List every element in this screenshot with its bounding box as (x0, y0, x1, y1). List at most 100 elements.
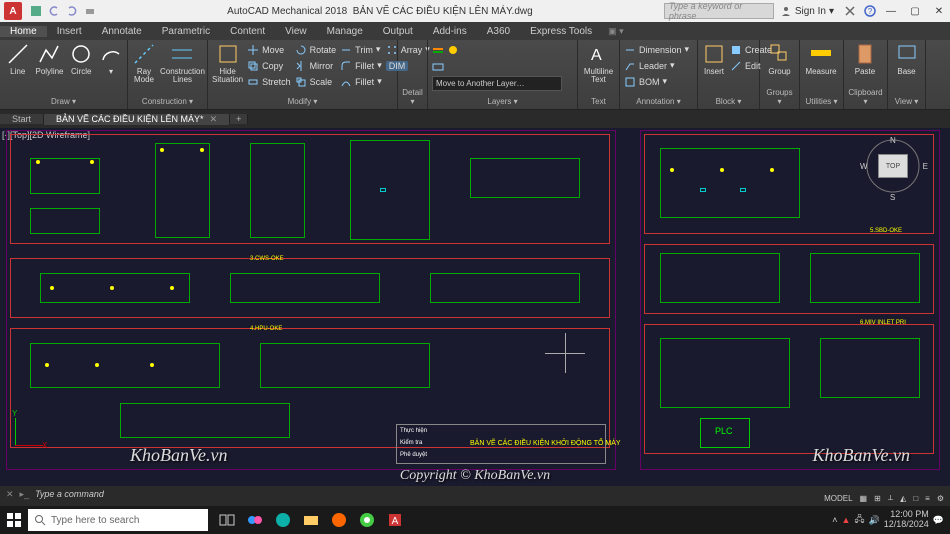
panel-construction: Ray Mode Construction Lines Construction… (128, 40, 208, 109)
multiline-text-button[interactable]: AMultiline Text (582, 42, 615, 84)
close-cmd-icon[interactable]: ✕ (6, 489, 14, 500)
status-bar: MODEL ▦ ⊞ ⟂ ◭ □ ≡ ⚙ (818, 490, 950, 506)
trim-button[interactable]: Trim ▾ (340, 42, 382, 57)
section-label: 6.MIV INLET PRI (860, 320, 906, 326)
chrome-icon[interactable] (354, 507, 380, 533)
paste-button[interactable]: Paste (848, 42, 882, 76)
ucs-icon[interactable]: Y X (10, 416, 50, 456)
copy-button[interactable]: Copy (247, 58, 291, 73)
bom-button[interactable]: BOM ▾ (624, 74, 689, 89)
tab-insert[interactable]: Insert (47, 26, 92, 37)
tab-a360[interactable]: A360 (477, 26, 520, 37)
drawing-canvas[interactable]: [-][Top][2D Wireframe] KHOBẢNVẼ 3.CWS-OK… (0, 128, 950, 486)
copyright-text: Copyright © KhoBanVe.vn (400, 468, 550, 484)
command-line[interactable]: ✕ ▸_ Type a command (0, 486, 950, 502)
save-icon[interactable] (30, 5, 42, 17)
section-label: 3.CWS-OKE (250, 256, 284, 262)
status-lwt-icon[interactable]: ≡ (923, 494, 932, 503)
rotate-button[interactable]: Rotate (295, 42, 337, 57)
circle-button[interactable]: Circle (68, 42, 95, 76)
clock[interactable]: 12:00 PM 12/18/2024 (884, 510, 929, 530)
app-icon[interactable]: A (4, 2, 22, 20)
maximize-button[interactable]: ▢ (904, 6, 926, 17)
autocad-icon[interactable]: A (382, 507, 408, 533)
help-search[interactable]: Type a keyword or phrase (664, 3, 774, 19)
panel-clipboard: Paste Clipboard ▾ (844, 40, 888, 109)
doc-tab-current[interactable]: BẢN VẼ CÁC ĐIỀU KIỆN LÊN MÁY*✕ (44, 114, 230, 125)
status-ortho-icon[interactable]: ⟂ (886, 493, 895, 503)
ribbon-tab-strip: Home Insert Annotate Parametric Content … (0, 22, 950, 40)
panel-text: AMultiline Text Text (578, 40, 620, 109)
panel-modify: Hide Situation Move Copy Stretch Rotate … (208, 40, 398, 109)
status-model[interactable]: MODEL (822, 494, 854, 503)
tray-volume-icon[interactable]: 🔊 (869, 515, 880, 526)
scale-button[interactable]: Scale (295, 74, 337, 89)
polyline-button[interactable]: Polyline (35, 42, 63, 76)
viewcube[interactable]: TOP N E S W (860, 136, 930, 206)
new-tab-button[interactable]: + (230, 114, 248, 124)
stretch-button[interactable]: Stretch (247, 74, 291, 89)
insert-button[interactable]: Insert (702, 42, 726, 76)
tray-chevron-icon[interactable]: ˄ (832, 515, 837, 525)
windows-taskbar: Type here to search A ˄ ▲ 🖧 🔊 12:00 PM 1… (0, 506, 950, 534)
ray-mode-button[interactable]: Ray Mode (132, 42, 156, 84)
titleblock-row: Phê duyệt (400, 452, 427, 458)
line-button[interactable]: Line (4, 42, 31, 76)
measure-button[interactable]: Measure (804, 42, 838, 76)
panel-insert: Insert Create Edit Block ▾ (698, 40, 760, 109)
status-grid-icon[interactable]: ▦ (858, 494, 870, 503)
tab-home[interactable]: Home (0, 26, 47, 37)
dimension-button[interactable]: Dimension ▾ (624, 42, 689, 57)
arc-button[interactable]: ▾ (99, 42, 123, 76)
tab-output[interactable]: Output (373, 26, 423, 37)
sign-in-button[interactable]: Sign In ▾ (780, 5, 834, 17)
search-icon (34, 514, 46, 526)
ribbon-focus-icon[interactable]: ▣ ▾ (608, 26, 624, 37)
tray-network-icon[interactable]: 🖧 (854, 512, 864, 528)
copilot-icon[interactable] (242, 507, 268, 533)
tab-parametric[interactable]: Parametric (152, 26, 220, 37)
status-gear-icon[interactable]: ⚙ (935, 494, 946, 503)
status-polar-icon[interactable]: ◭ (898, 494, 908, 503)
taskbar-search[interactable]: Type here to search (28, 509, 208, 531)
panel-annotation: Dimension ▾ Leader ▾ BOM ▾ Annotation ▾ (620, 40, 698, 109)
redo-icon[interactable] (66, 5, 78, 17)
construction-lines-button[interactable]: Construction Lines (160, 42, 205, 84)
close-tab-icon[interactable]: ✕ (210, 114, 218, 124)
edge-icon[interactable] (270, 507, 296, 533)
exchange-icon[interactable] (844, 5, 856, 17)
svg-text:A: A (392, 516, 399, 527)
explorer-icon[interactable] (298, 507, 324, 533)
base-button[interactable]: Base (892, 42, 921, 76)
tab-addins[interactable]: Add-ins (423, 26, 477, 37)
mirror-button[interactable]: Mirror (295, 58, 337, 73)
minimize-button[interactable]: — (880, 6, 902, 17)
tray-shield-icon[interactable]: ▲ (842, 515, 851, 525)
titleblock-row: Thực hiện (400, 428, 427, 434)
undo-icon[interactable] (48, 5, 60, 17)
tab-manage[interactable]: Manage (317, 26, 373, 37)
ribbon: Line Polyline Circle ▾ Draw ▾ Ray Mode C… (0, 40, 950, 110)
browser-icon[interactable] (326, 507, 352, 533)
status-osnap-icon[interactable]: □ (911, 494, 920, 503)
start-button[interactable] (0, 506, 28, 534)
tab-view[interactable]: View (275, 26, 317, 37)
print-icon[interactable] (84, 5, 96, 17)
close-button[interactable]: ✕ (928, 6, 950, 17)
status-snap-icon[interactable]: ⊞ (872, 494, 883, 503)
move-button[interactable]: Move (247, 42, 291, 57)
task-view-icon[interactable] (214, 507, 240, 533)
hide-situation-button[interactable]: Hide Situation (212, 42, 243, 84)
fillet-button[interactable]: Fillet ▾ (340, 58, 382, 73)
window-title: AutoCAD Mechanical 2018 BẢN VẼ CÁC ĐIỀU … (96, 6, 664, 17)
fillet2-button[interactable]: Fillet ▾ (340, 74, 382, 89)
tab-express[interactable]: Express Tools (520, 26, 602, 37)
leader-button[interactable]: Leader ▾ (624, 58, 689, 73)
help-icon[interactable]: ? (864, 5, 876, 17)
tab-annotate[interactable]: Annotate (92, 26, 152, 37)
layer-dropdown[interactable]: Move to Another Layer… (432, 76, 562, 91)
notifications-icon[interactable]: 💬 (933, 515, 944, 526)
group-button[interactable]: Group (764, 42, 795, 76)
tab-content[interactable]: Content (220, 26, 275, 37)
doc-tab-start[interactable]: Start (0, 114, 44, 124)
